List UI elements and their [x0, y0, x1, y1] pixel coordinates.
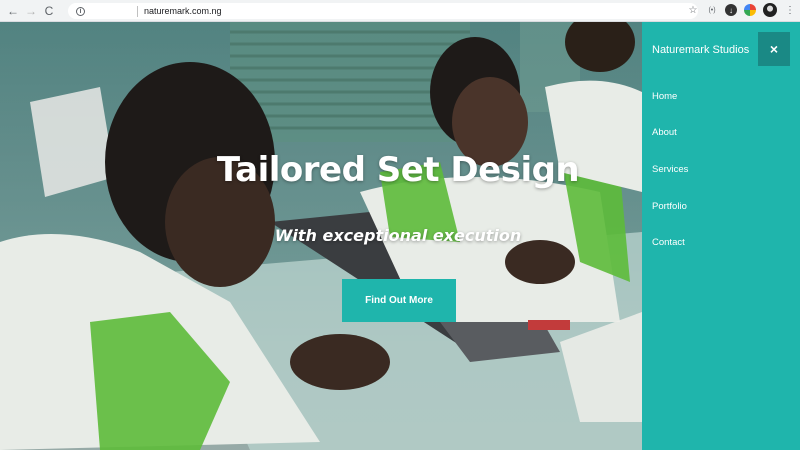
address-separator [137, 5, 138, 17]
extension-color-icon[interactable] [744, 4, 756, 16]
brand-name[interactable]: Naturemark Studios [652, 44, 749, 56]
side-menu-list: Home About Services Portfolio Contact [642, 78, 800, 261]
find-out-more-button[interactable]: Find Out More [342, 279, 456, 322]
menu-item-home[interactable]: Home [642, 78, 800, 115]
browser-toolbar: ← → C i naturemark.com.ng ☆ (•) ↓ ⋮ [0, 0, 800, 22]
forward-icon[interactable]: → [22, 2, 40, 20]
menu-dots-icon[interactable]: ⋮ [784, 4, 796, 16]
side-menu: Naturemark Studios × Home About Services… [642, 22, 800, 450]
cast-icon[interactable]: (•) [706, 4, 718, 16]
extension-download-icon[interactable]: ↓ [725, 4, 737, 16]
address-bar[interactable]: i naturemark.com.ng [68, 3, 698, 19]
hero-subtitle: With exceptional execution [274, 226, 522, 245]
menu-item-portfolio[interactable]: Portfolio [642, 188, 800, 225]
site-info-icon[interactable]: i [76, 6, 85, 16]
menu-item-contact[interactable]: Contact [642, 224, 800, 261]
star-icon[interactable]: ☆ [687, 4, 699, 16]
menu-item-services[interactable]: Services [642, 151, 800, 188]
toolbar-right: ☆ (•) ↓ ⋮ [687, 3, 796, 17]
profile-avatar[interactable] [763, 3, 777, 17]
back-icon[interactable]: ← [4, 2, 22, 20]
close-menu-button[interactable]: × [758, 32, 790, 66]
url-text[interactable]: naturemark.com.ng [144, 6, 222, 16]
reload-icon[interactable]: C [40, 2, 58, 20]
close-icon: × [769, 41, 779, 57]
hero-section: Tailored Set Design With exceptional exe… [0, 22, 642, 450]
menu-item-about[interactable]: About [642, 115, 800, 152]
hero-title: Tailored Set Design [216, 150, 580, 190]
